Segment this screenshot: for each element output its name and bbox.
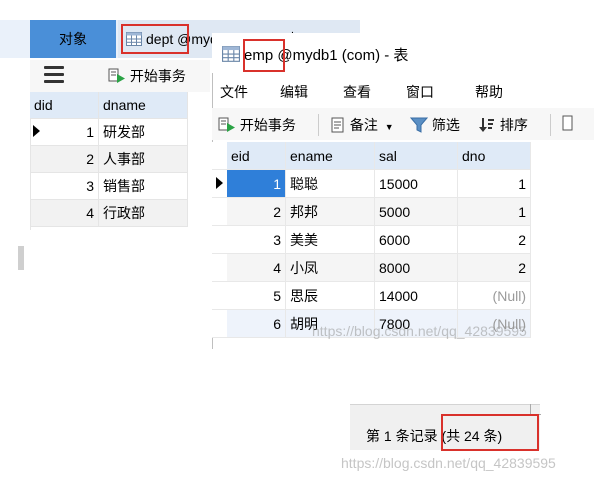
cell-dname[interactable]: 研发部 xyxy=(98,118,188,146)
cell-did[interactable]: 2 xyxy=(30,145,99,173)
table-row[interactable]: 4 行政部 xyxy=(30,199,188,227)
cell-eid[interactable]: 5 xyxy=(227,281,286,310)
row-indicator-cell xyxy=(212,309,227,338)
scrollbar-thumb[interactable] xyxy=(18,246,24,270)
cell-dname[interactable]: 人事部 xyxy=(98,145,188,173)
table-row[interactable]: 2 人事部 xyxy=(30,145,188,173)
cell-sal[interactable]: 5000 xyxy=(374,197,458,226)
cell-eid[interactable]: 6 xyxy=(227,309,286,338)
menu-help[interactable]: 帮助 xyxy=(475,82,503,102)
menu-bar: 文件 编辑 查看 窗口 帮助 xyxy=(212,78,594,106)
cell-did[interactable]: 1 xyxy=(30,118,99,146)
table-row[interactable]: 2 邦邦 5000 1 xyxy=(212,197,531,226)
cell-did[interactable]: 3 xyxy=(30,172,99,200)
toolbar-separator xyxy=(550,114,551,136)
row-indicator-cell xyxy=(212,197,227,226)
cell-did[interactable]: 4 xyxy=(30,199,99,227)
tab-objects[interactable]: 对象 xyxy=(30,20,116,58)
row-indicator-icon xyxy=(33,125,40,137)
row-indicator-icon xyxy=(216,176,223,189)
table-row[interactable]: 3 销售部 xyxy=(30,172,188,200)
cell-dno[interactable]: 1 xyxy=(457,197,531,226)
row-indicator-cell xyxy=(212,169,227,198)
dept-grid: did dname 1 研发部 2 人事部 3 销售部 4 行政部 xyxy=(30,92,195,227)
column-header-ename[interactable]: ename xyxy=(285,142,375,170)
highlight-box-record-count xyxy=(441,414,539,451)
table-row[interactable]: 1 研发部 xyxy=(30,118,188,146)
start-transaction-label-back: 开始事务 xyxy=(129,68,186,84)
memo-button[interactable]: 备注 ▼ xyxy=(330,115,394,135)
cell-sal[interactable]: 8000 xyxy=(374,253,458,282)
emp-grid: eid ename sal dno 1 聪聪 15000 1 2 邦邦 5000… xyxy=(212,142,531,338)
cell-dno[interactable]: 2 xyxy=(457,253,531,282)
cell-sal[interactable]: 6000 xyxy=(374,225,458,254)
cell-dno[interactable]: 1 xyxy=(457,169,531,198)
cell-ename[interactable]: 邦邦 xyxy=(285,197,375,226)
start-transaction-button-back[interactable]: 开始事务 xyxy=(108,66,186,86)
cell-ename[interactable]: 思辰 xyxy=(285,281,375,310)
cell-ename[interactable]: 美美 xyxy=(285,225,375,254)
start-transaction-icon xyxy=(218,117,235,132)
cell-eid[interactable]: 1 xyxy=(227,169,286,198)
sort-button[interactable]: 排序 xyxy=(478,115,528,135)
cell-sal[interactable]: 14000 xyxy=(374,281,458,310)
watermark-text: https://blog.csdn.net/qq_42839595 xyxy=(312,323,527,339)
emp-toolbar: 开始事务 备注 ▼ 筛选 排序 xyxy=(212,108,594,140)
table-header-row: eid ename sal dno xyxy=(212,142,531,170)
highlight-box-emp xyxy=(243,39,285,72)
sort-icon xyxy=(479,118,494,132)
more-icon[interactable] xyxy=(562,115,574,131)
toolbar-separator xyxy=(318,114,319,136)
start-transaction-label: 开始事务 xyxy=(239,117,296,133)
table-row[interactable]: 1 聪聪 15000 1 xyxy=(212,169,531,198)
column-header-dno[interactable]: dno xyxy=(457,142,531,170)
menu-window[interactable]: 窗口 xyxy=(406,82,434,102)
cell-dno[interactable]: 2 xyxy=(457,225,531,254)
table-header-row: did dname xyxy=(30,92,188,119)
menu-edit[interactable]: 编辑 xyxy=(280,82,308,102)
row-indicator-cell xyxy=(212,281,227,310)
cell-ename[interactable]: 小凤 xyxy=(285,253,375,282)
watermark-text: https://blog.csdn.net/qq_42839595 xyxy=(341,455,556,471)
column-header-sal[interactable]: sal xyxy=(374,142,458,170)
start-transaction-button[interactable]: 开始事务 xyxy=(218,115,296,135)
column-header-did[interactable]: did xyxy=(30,92,99,119)
table-row[interactable]: 3 美美 6000 2 xyxy=(212,225,531,254)
row-header-cell xyxy=(212,142,227,170)
sort-label: 排序 xyxy=(499,117,528,133)
cell-sal[interactable]: 15000 xyxy=(374,169,458,198)
cell-eid[interactable]: 2 xyxy=(227,197,286,226)
cell-ename[interactable]: 聪聪 xyxy=(285,169,375,198)
filter-icon xyxy=(409,117,429,133)
menu-icon[interactable] xyxy=(44,66,64,84)
chevron-down-icon[interactable]: ▼ xyxy=(385,122,394,132)
table-row[interactable]: 4 小凤 8000 2 xyxy=(212,253,531,282)
column-header-dname[interactable]: dname xyxy=(98,92,188,119)
cell-dno-null[interactable]: (Null) xyxy=(457,281,531,310)
highlight-box-dept xyxy=(121,24,189,54)
window-title-rest: @mydb1 (com) - 表 xyxy=(277,47,409,64)
row-indicator-cell xyxy=(212,225,227,254)
row-indicator-cell xyxy=(212,253,227,282)
menu-view[interactable]: 查看 xyxy=(343,82,371,102)
cell-dname[interactable]: 销售部 xyxy=(98,172,188,200)
filter-button[interactable]: 筛选 xyxy=(409,115,460,135)
cell-eid[interactable]: 4 xyxy=(227,253,286,282)
table-row[interactable]: 5 思辰 14000 (Null) xyxy=(212,281,531,310)
menu-file[interactable]: 文件 xyxy=(220,82,248,102)
cell-eid[interactable]: 3 xyxy=(227,225,286,254)
row-header-column xyxy=(30,118,31,230)
column-header-eid[interactable]: eid xyxy=(227,142,286,170)
start-transaction-icon xyxy=(108,68,125,83)
table-icon xyxy=(222,46,240,62)
filter-label: 筛选 xyxy=(431,117,460,133)
cell-dname[interactable]: 行政部 xyxy=(98,199,188,227)
memo-icon xyxy=(331,117,344,133)
memo-label: 备注 xyxy=(349,117,378,133)
